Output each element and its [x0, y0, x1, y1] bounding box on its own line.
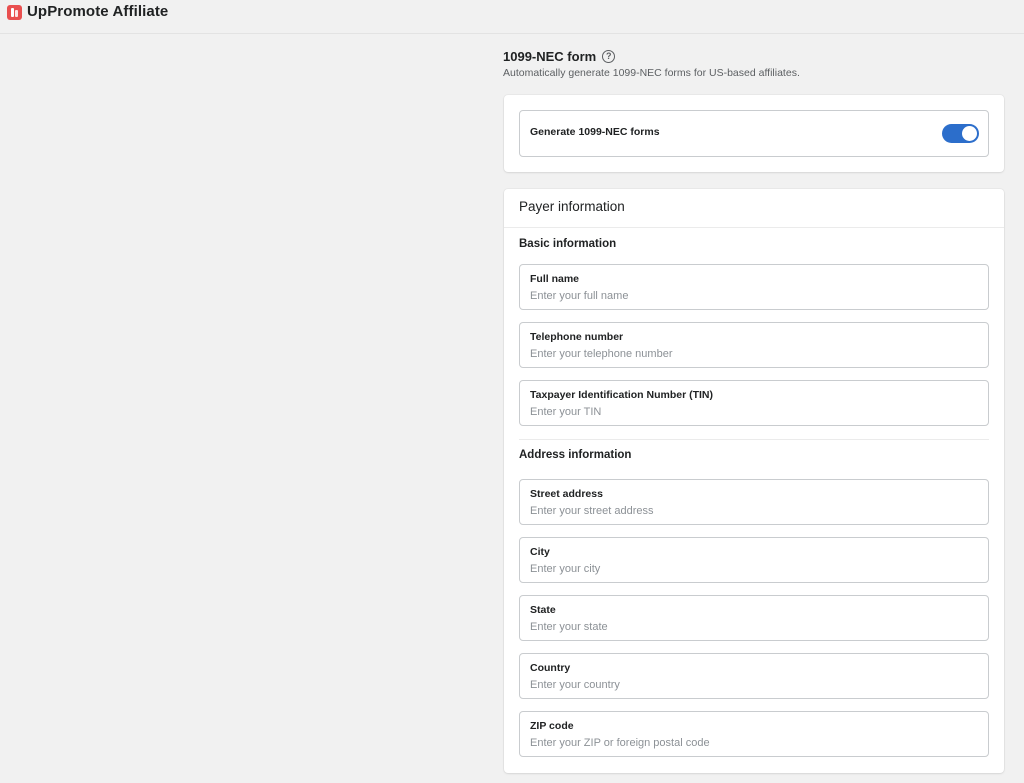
generate-forms-card: Generate 1099-NEC forms	[504, 95, 1004, 172]
generate-forms-toggle[interactable]	[942, 124, 979, 143]
city-label: City	[530, 546, 550, 558]
country-field[interactable]: Country	[519, 653, 989, 699]
app-header: UpPromote Affiliate	[0, 0, 1024, 34]
state-field[interactable]: State	[519, 595, 989, 641]
payer-information-title: Payer information	[519, 199, 625, 214]
full-name-input[interactable]	[529, 288, 969, 304]
section-title: 1099-NEC form	[503, 48, 597, 64]
zip-code-label: ZIP code	[530, 720, 574, 732]
card-header: Payer information	[504, 189, 1004, 228]
address-information-title: Address information	[519, 449, 632, 461]
section-subtitle: Automatically generate 1099-NEC forms fo…	[503, 67, 800, 79]
tin-input[interactable]	[529, 404, 969, 420]
generate-forms-label: Generate 1099-NEC forms	[530, 126, 660, 138]
zip-code-field[interactable]: ZIP code	[519, 711, 989, 757]
section-title-row: 1099-NEC form ?	[503, 47, 616, 65]
street-address-field[interactable]: Street address	[519, 479, 989, 525]
street-address-label: Street address	[530, 488, 603, 500]
uppromote-logo-icon	[7, 5, 22, 20]
street-address-input[interactable]	[529, 503, 969, 519]
tin-field[interactable]: Taxpayer Identification Number (TIN)	[519, 380, 989, 426]
generate-forms-setting: Generate 1099-NEC forms	[519, 110, 989, 157]
telephone-number-input[interactable]	[529, 346, 969, 362]
tin-label: Taxpayer Identification Number (TIN)	[530, 389, 713, 401]
country-label: Country	[530, 662, 571, 674]
question-circle-icon[interactable]: ?	[602, 49, 616, 63]
city-input[interactable]	[529, 561, 969, 577]
city-field[interactable]: City	[519, 537, 989, 583]
zip-code-input[interactable]	[529, 735, 969, 751]
state-input[interactable]	[529, 619, 969, 635]
full-name-label: Full name	[530, 273, 580, 285]
telephone-number-field[interactable]: Telephone number	[519, 322, 989, 368]
payer-information-card: Payer information Basic information Full…	[504, 189, 1004, 773]
full-name-field[interactable]: Full name	[519, 264, 989, 310]
section-divider	[519, 439, 989, 440]
toggle-knob	[962, 126, 977, 141]
basic-information-title: Basic information	[519, 238, 617, 250]
app-title: UpPromote Affiliate	[27, 3, 169, 20]
telephone-number-label: Telephone number	[530, 331, 624, 343]
country-input[interactable]	[529, 677, 969, 693]
state-label: State	[530, 604, 556, 616]
